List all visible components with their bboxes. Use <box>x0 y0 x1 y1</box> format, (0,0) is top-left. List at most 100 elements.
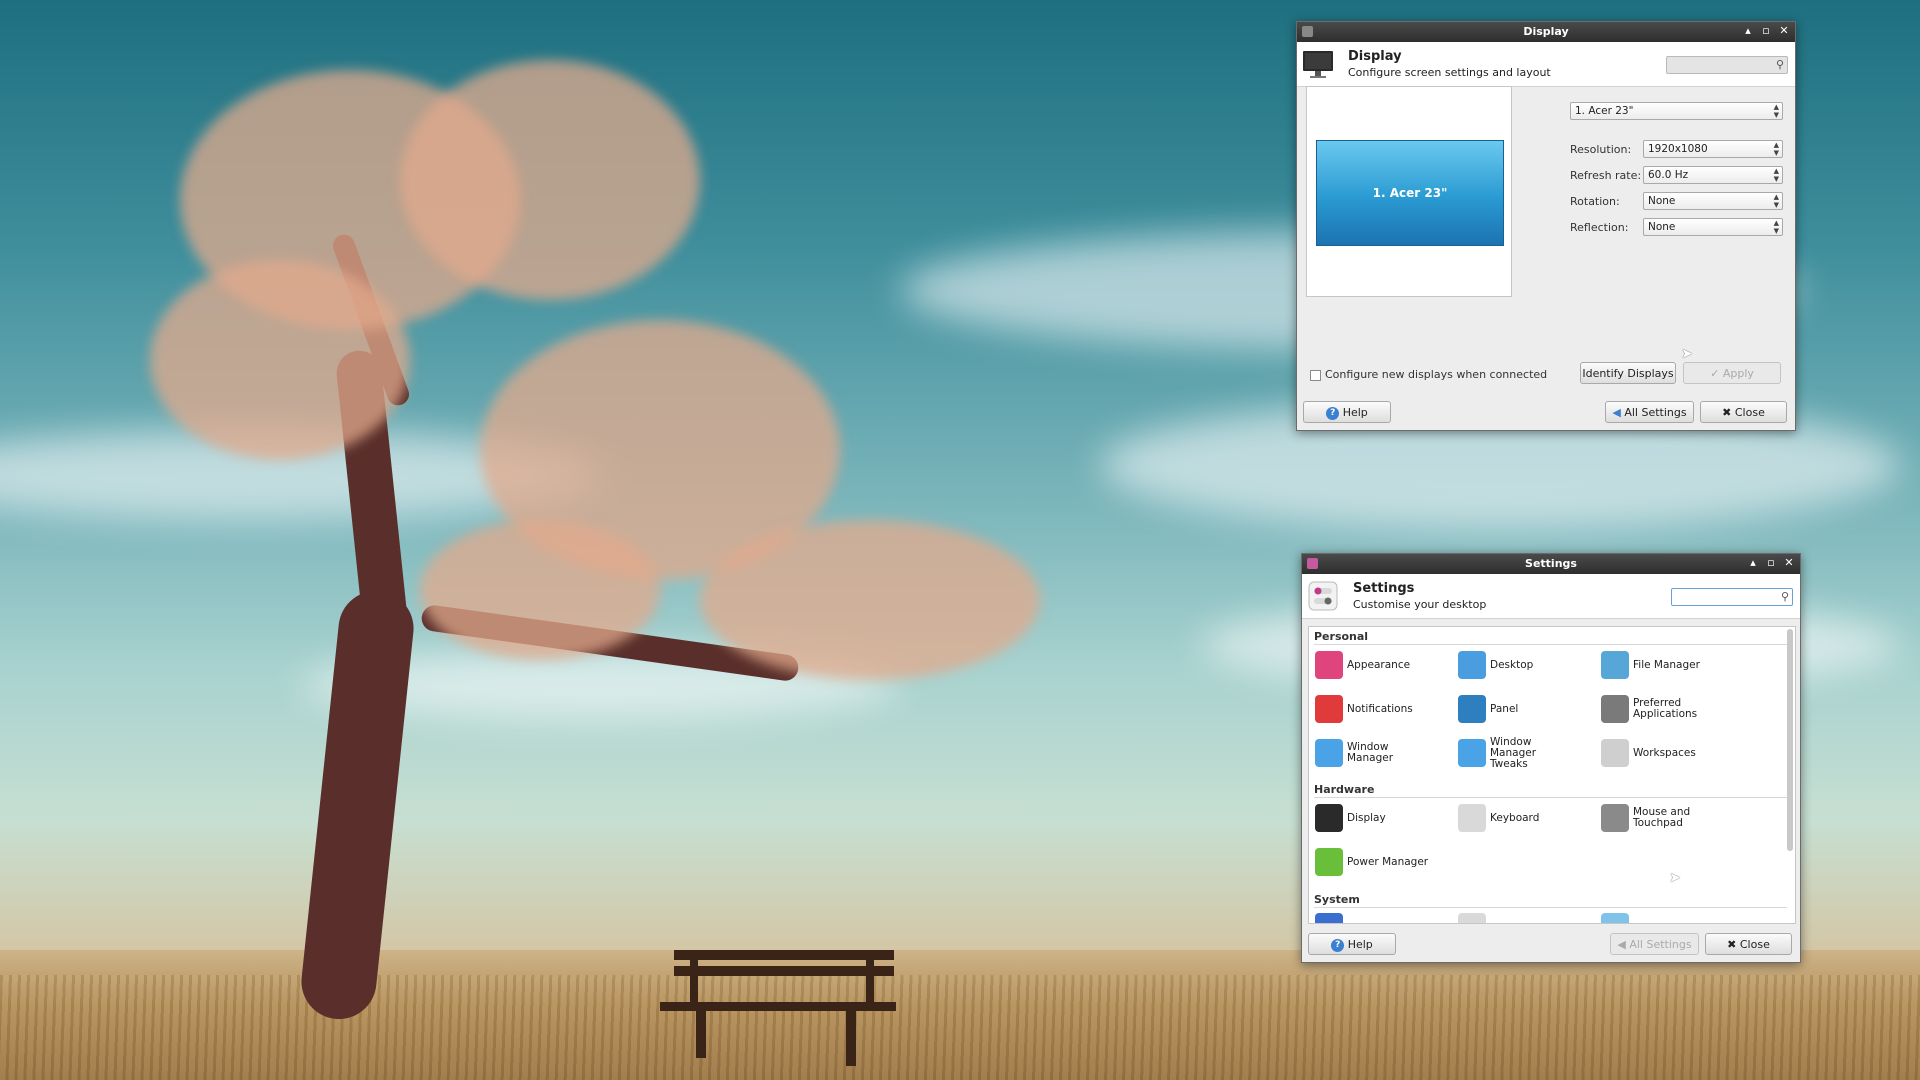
all-settings-button[interactable]: ◀ All Settings <box>1605 401 1694 423</box>
settings-item-label: Preferred Applications <box>1633 697 1698 720</box>
settings-item-mouse-and-touchpad[interactable]: Mouse and Touchpad <box>1599 803 1715 835</box>
help-button[interactable]: ? Help <box>1303 401 1391 423</box>
close-label: Close <box>1739 938 1770 951</box>
window-title: Display <box>1523 25 1569 38</box>
settings-titlebar[interactable]: Settings ▴ ▫ ✕ <box>1302 554 1800 574</box>
settings-item-desktop[interactable]: Desktop <box>1456 650 1572 682</box>
refresh-rate-label: Refresh rate: <box>1570 169 1642 182</box>
spinner-icon: ▲ ▼ <box>1773 141 1779 157</box>
mouse-pointer-icon: ➤ <box>1681 346 1693 362</box>
settings-window: Settings ▴ ▫ ✕ Settings Customise your d… <box>1301 553 1801 963</box>
wm-tweaks-icon <box>1458 739 1486 767</box>
rotation-select[interactable]: None ▲ ▼ <box>1643 192 1783 210</box>
settings-item-label: Keyboard <box>1490 811 1540 824</box>
close-icon[interactable]: ✕ <box>1784 556 1794 569</box>
resolution-label: Resolution: <box>1570 143 1632 156</box>
display-header: Display Configure screen settings and la… <box>1297 42 1795 87</box>
spinner-icon: ▲ ▼ <box>1773 103 1779 119</box>
reflection-value: None <box>1648 221 1676 233</box>
maximize-icon[interactable]: ▫ <box>1766 556 1776 569</box>
close-icon[interactable]: ✕ <box>1779 24 1789 37</box>
maximize-icon[interactable]: ▫ <box>1761 24 1771 37</box>
window-title: Settings <box>1525 557 1577 570</box>
settings-item-notifications[interactable]: Notifications <box>1313 694 1429 726</box>
display-titlebar[interactable]: Display ▴ ▫ ✕ <box>1297 22 1795 42</box>
page-subtitle: Customise your desktop <box>1353 598 1487 611</box>
settings-toggles-icon <box>1308 581 1338 611</box>
spinner-icon: ▲ ▼ <box>1773 193 1779 209</box>
close-label: Close <box>1734 406 1765 419</box>
all-settings-button[interactable]: ◀ All Settings <box>1610 933 1699 955</box>
settings-item-label: Notifications <box>1347 702 1413 715</box>
help-label: Help <box>1347 938 1373 951</box>
settings-item-keyboard[interactable]: Keyboard <box>1456 803 1572 835</box>
settings-item-display[interactable]: Display <box>1313 803 1429 835</box>
system-item-partial[interactable] <box>1456 912 1572 923</box>
system-item-partial[interactable] <box>1313 912 1429 923</box>
monitor-select[interactable]: 1. Acer 23" ▲ ▼ <box>1570 102 1783 120</box>
page-title: Settings <box>1353 581 1415 596</box>
panel-icon <box>1458 695 1486 723</box>
page-subtitle: Configure screen settings and layout <box>1348 66 1551 79</box>
settings-item-label: Desktop <box>1490 658 1534 671</box>
settings-item-label: Appearance <box>1347 658 1411 671</box>
section-hardware: Hardware <box>1314 783 1375 796</box>
display-icon <box>1303 51 1333 78</box>
desktop-icon <box>1458 651 1486 679</box>
file-manager-icon <box>1601 651 1629 679</box>
rotation-value: None <box>1648 195 1676 207</box>
apply-label: Apply <box>1722 367 1754 380</box>
settings-item-window-manager-tweaks[interactable]: Window Manager Tweaks <box>1456 735 1572 770</box>
all-settings-label: All Settings <box>1629 938 1692 951</box>
settings-item-label: Display <box>1347 811 1386 824</box>
close-x-icon: ✖ <box>1727 938 1737 951</box>
settings-item-appearance[interactable]: Appearance <box>1313 650 1429 682</box>
settings-item-file-manager[interactable]: File Manager <box>1599 650 1715 682</box>
close-x-icon: ✖ <box>1722 406 1732 419</box>
search-input[interactable]: ⚲ <box>1666 56 1788 74</box>
back-arrow-icon: ◀ <box>1617 938 1626 951</box>
shade-icon[interactable]: ▴ <box>1743 24 1753 37</box>
refresh-rate-select[interactable]: 60.0 Hz ▲ ▼ <box>1643 166 1783 184</box>
help-label: Help <box>1342 406 1368 419</box>
mouse-pointer-icon: ➤ <box>1669 870 1681 886</box>
notifications-icon <box>1315 695 1343 723</box>
search-icon: ⚲ <box>1775 58 1784 71</box>
search-input[interactable]: ⚲ <box>1671 588 1793 606</box>
settings-item-label: Window Manager Tweaks <box>1490 735 1537 770</box>
preferred-apps-icon <box>1601 695 1629 723</box>
scrollbar[interactable] <box>1787 629 1793 851</box>
system-item-partial[interactable] <box>1599 912 1715 923</box>
settings-item-window-manager[interactable]: Window Manager <box>1313 738 1429 770</box>
appearance-icon <box>1315 651 1343 679</box>
settings-item-label: Power Manager <box>1347 855 1429 868</box>
settings-item-workspaces[interactable]: Workspaces <box>1599 738 1715 770</box>
close-button[interactable]: ✖ Close <box>1705 933 1792 955</box>
monitor-select-value: 1. Acer 23" <box>1575 105 1634 117</box>
close-button[interactable]: ✖ Close <box>1700 401 1787 423</box>
reflection-select[interactable]: None ▲ ▼ <box>1643 218 1783 236</box>
apply-button[interactable]: ✓ Apply <box>1683 362 1781 384</box>
settings-item-preferred-applications[interactable]: Preferred Applications <box>1599 694 1715 726</box>
back-arrow-icon: ◀ <box>1612 406 1621 419</box>
shade-icon[interactable]: ▴ <box>1748 556 1758 569</box>
help-icon: ? <box>1331 938 1345 952</box>
help-button[interactable]: ? Help <box>1308 933 1396 955</box>
reflection-label: Reflection: <box>1570 221 1629 234</box>
workspaces-icon <box>1601 739 1629 767</box>
identify-displays-button[interactable]: Identify Displays <box>1580 362 1676 384</box>
display-window: Display ▴ ▫ ✕ Display Configure screen s… <box>1296 21 1796 431</box>
settings-item-panel[interactable]: Panel <box>1456 694 1572 726</box>
monitor-preview[interactable]: 1. Acer 23" <box>1316 140 1504 246</box>
resolution-select[interactable]: 1920x1080 ▲ ▼ <box>1643 140 1783 158</box>
resolution-value: 1920x1080 <box>1648 143 1708 155</box>
search-icon: ⚲ <box>1780 590 1789 603</box>
settings-item-label: Window Manager <box>1347 741 1394 764</box>
configure-new-checkbox[interactable] <box>1310 370 1321 381</box>
keyboard-icon <box>1458 804 1486 832</box>
section-personal: Personal <box>1314 630 1369 643</box>
refresh-rate-value: 60.0 Hz <box>1648 169 1689 181</box>
settings-item-label: Panel <box>1490 702 1519 715</box>
settings-item-label: Mouse and Touchpad <box>1633 806 1691 829</box>
settings-item-power-manager[interactable]: Power Manager <box>1313 847 1429 879</box>
